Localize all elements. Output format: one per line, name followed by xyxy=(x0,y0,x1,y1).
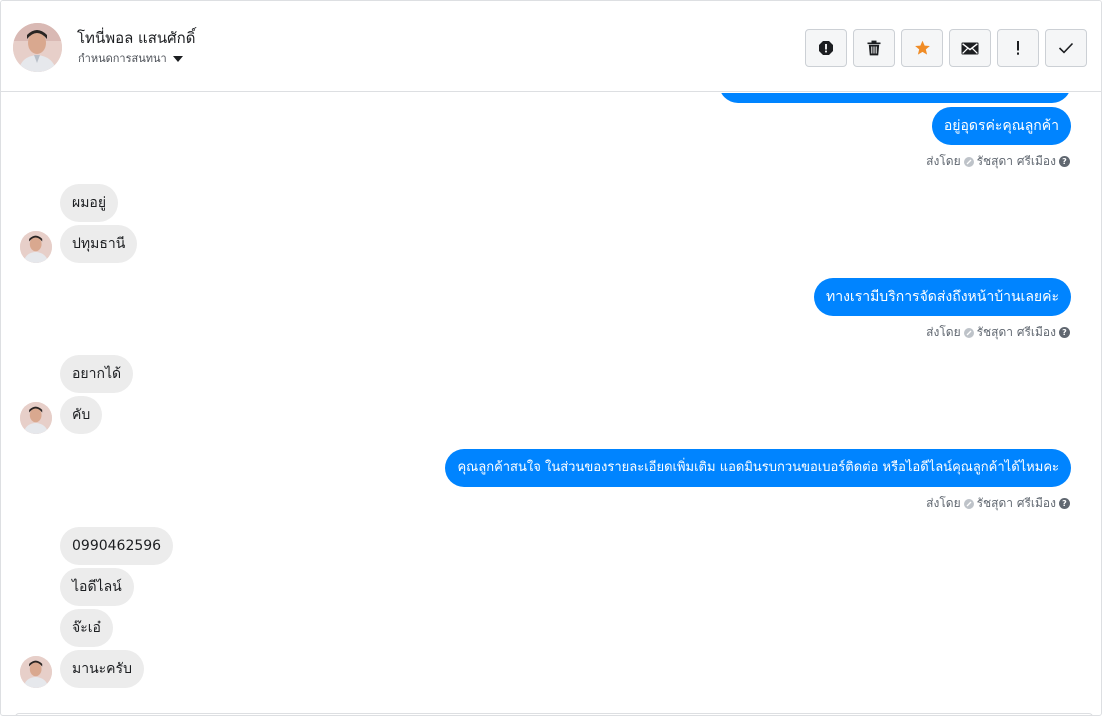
sent-by-agent-name: รัชสุดา ศรีเมือง xyxy=(976,496,1056,510)
conversation-label-dropdown[interactable]: กำหนดการสนทนา xyxy=(78,49,183,67)
contact-avatar-small xyxy=(20,231,52,263)
help-icon[interactable]: ? xyxy=(1059,327,1070,338)
exclamation-icon xyxy=(1017,41,1019,55)
help-icon[interactable]: ? xyxy=(1059,156,1070,167)
incoming-message: ปทุมธานี xyxy=(60,225,138,263)
incoming-message: ผมอยู่ xyxy=(60,184,119,222)
sent-by-indicator: ส่งโดย รัชสุดา ศรีเมือง ? xyxy=(926,152,1070,171)
contact-name: โทนี่พอล แสนศักดิ์ xyxy=(77,29,196,47)
envelope-icon xyxy=(961,42,979,54)
sent-by-indicator: ส่งโดย รัชสุดา ศรีเมือง ? xyxy=(926,494,1070,513)
agent-badge-icon xyxy=(963,327,974,338)
agent-badge-icon xyxy=(963,156,974,167)
outgoing-message: ทางเรามีบริการจัดส่งถึงหน้าบ้านเลยค่ะ xyxy=(813,278,1071,316)
agent-badge-icon xyxy=(963,498,974,509)
outgoing-message-partial xyxy=(719,93,1071,103)
check-icon xyxy=(1058,42,1074,54)
outgoing-message: อยู่อุดรค่ะคุณลูกค้า xyxy=(931,107,1071,145)
incoming-message: มานะครับ xyxy=(60,650,144,688)
incoming-message: อยากได้ xyxy=(60,355,134,393)
help-icon[interactable]: ? xyxy=(1059,498,1070,509)
star-button[interactable] xyxy=(901,29,943,67)
sent-by-prefix: ส่งโดย xyxy=(926,325,961,339)
incoming-message: คับ xyxy=(60,396,103,434)
incoming-message: จ๊ะเอ๋ xyxy=(60,609,113,647)
incoming-message: ไอดีไลน์ xyxy=(60,568,134,606)
trash-icon xyxy=(867,40,881,56)
conversation-panel: โทนี่พอล แสนศักดิ์ กำหนดการสนทนา อยู่อุด… xyxy=(0,0,1102,716)
sent-by-prefix: ส่งโดย xyxy=(926,496,961,510)
contact-avatar-small xyxy=(20,656,52,688)
sent-by-prefix: ส่งโดย xyxy=(926,154,961,168)
sent-by-agent-name: รัชสุดา ศรีเมือง xyxy=(976,154,1056,168)
delete-button[interactable] xyxy=(853,29,895,67)
incoming-message: 0990462596 xyxy=(60,527,174,565)
spam-button[interactable] xyxy=(805,29,847,67)
contact-avatar[interactable] xyxy=(13,23,62,72)
conversation-label-text: กำหนดการสนทนา xyxy=(78,52,167,65)
sent-by-agent-name: รัชสุดา ศรีเมือง xyxy=(976,325,1056,339)
conversation-actions xyxy=(805,29,1087,67)
sent-by-indicator: ส่งโดย รัชสุดา ศรีเมือง ? xyxy=(926,323,1070,342)
caret-down-icon[interactable] xyxy=(172,55,183,62)
mark-unread-button[interactable] xyxy=(949,29,991,67)
star-icon xyxy=(914,40,930,55)
important-button[interactable] xyxy=(997,29,1039,67)
message-thread[interactable]: อยู่อุดรค่ะคุณลูกค้า ส่งโดย รัชสุดา ศรีเ… xyxy=(1,93,1101,715)
outgoing-message: คุณลูกค้าสนใจ ในส่วนของรายละเอียดเพิ่มเต… xyxy=(445,449,1071,487)
alert-circle-icon xyxy=(819,41,833,55)
contact-avatar-small xyxy=(20,402,52,434)
conversation-header: โทนี่พอล แสนศักดิ์ กำหนดการสนทนา xyxy=(1,1,1101,92)
mark-done-button[interactable] xyxy=(1045,29,1087,67)
